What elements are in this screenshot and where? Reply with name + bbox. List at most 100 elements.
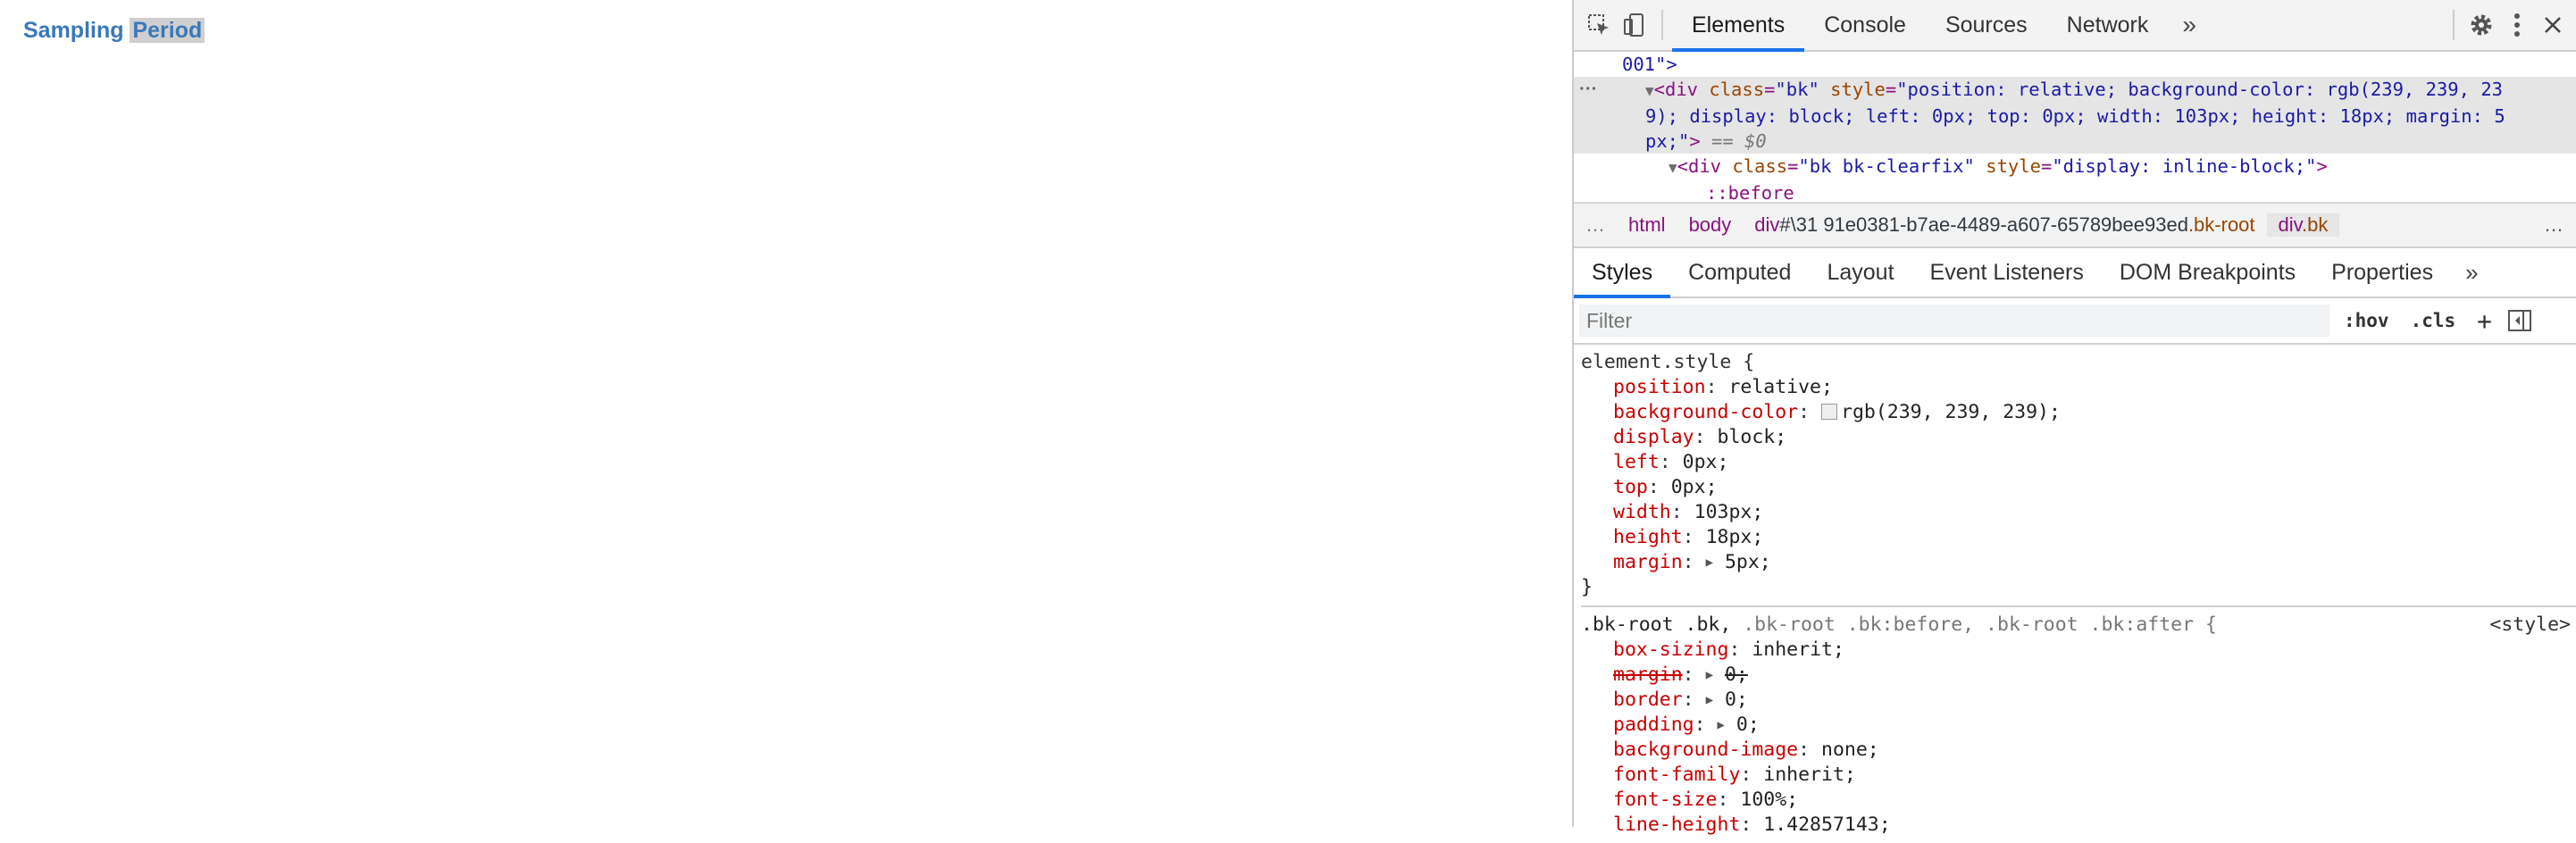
dom-tag-close: > xyxy=(2316,155,2328,177)
expand-triangle-icon[interactable]: ▼ xyxy=(1669,159,1677,176)
property-name: background-color xyxy=(1613,401,1799,423)
tab-elements[interactable]: Elements xyxy=(1672,0,1805,52)
property-value: 0px; xyxy=(1682,451,1729,473)
style-declaration[interactable]: background-image: none; xyxy=(1581,738,2576,763)
property-value: relative; xyxy=(1728,376,1833,398)
styles-filter-input[interactable] xyxy=(1579,305,2329,337)
style-declaration[interactable]: font-family: inherit; xyxy=(1581,763,2576,788)
tab-dom-breakpoints[interactable]: DOM Breakpoints xyxy=(2102,248,2313,296)
dom-tag: <div xyxy=(1653,79,1710,100)
dom-attr-value: "bk bk-clearfix" xyxy=(1798,155,1975,177)
property-name: line-height xyxy=(1613,814,1741,836)
selector-matched: .bk-root .bk, xyxy=(1581,613,1732,636)
property-name: font-family xyxy=(1613,764,1741,786)
dom-selected-node[interactable]: ··· ▼<div class="bk" style="position: re… xyxy=(1574,77,2576,154)
breadcrumb-html[interactable]: html xyxy=(1617,213,1677,237)
property-value: none; xyxy=(1821,739,1879,761)
device-toolbar-icon[interactable] xyxy=(1617,0,1652,50)
style-declaration[interactable]: font-size: 100%; xyxy=(1581,788,2576,813)
property-name: display xyxy=(1613,426,1694,448)
dom-attr-value: "display: inline-block;" xyxy=(2052,155,2317,177)
style-declaration[interactable]: margin: ▶ 5px; xyxy=(1581,550,2576,575)
breadcrumb-div-bk[interactable]: div.bk xyxy=(2266,213,2340,237)
style-declaration[interactable]: left: 0px; xyxy=(1581,450,2576,475)
style-declaration[interactable]: padding: ▶ 0; xyxy=(1581,713,2576,738)
expand-triangle-icon[interactable]: ▼ xyxy=(1645,82,1654,99)
style-declaration[interactable]: background-color: rgb(239, 239, 239); xyxy=(1581,400,2576,425)
property-name: top xyxy=(1613,476,1648,498)
dom-tree: 001"> ··· ▼<div class="bk" style="positi… xyxy=(1574,52,2576,203)
expand-shorthand-icon[interactable]: ▶ xyxy=(1706,555,1713,570)
style-declaration[interactable]: border: ▶ 0; xyxy=(1581,688,2576,713)
style-declaration-overridden[interactable]: margin: ▶ 0; xyxy=(1581,663,2576,688)
crumb-tag: div xyxy=(1754,213,1780,236)
crumb-id: #\31 91e0381-b7ae-4489-a607-65789bee93ed xyxy=(1779,213,2188,236)
rule-selector[interactable]: element.style { xyxy=(1581,350,2576,375)
property-value: inherit; xyxy=(1763,764,1856,786)
tab-computed[interactable]: Computed xyxy=(1670,248,1809,296)
dom-attr-value: "bk" xyxy=(1775,79,1819,100)
title-text-highlighted: Period xyxy=(130,18,205,43)
tab-properties[interactable]: Properties xyxy=(2313,248,2451,296)
dom-line-prev[interactable]: 001"> xyxy=(1574,52,2576,77)
property-name: position xyxy=(1613,376,1706,398)
property-value: 0; xyxy=(1724,664,1748,686)
tab-network[interactable]: Network xyxy=(2047,0,2169,50)
tab-styles[interactable]: Styles xyxy=(1574,248,1671,298)
property-value: 18px; xyxy=(1705,526,1764,548)
title-text-part1: Sampling xyxy=(23,18,130,43)
toolbar-divider xyxy=(1661,10,1663,40)
property-value: 1.42857143; xyxy=(1763,814,1891,836)
toggle-sidebar-icon[interactable] xyxy=(2503,310,2532,331)
style-declaration[interactable]: top: 0px; xyxy=(1581,475,2576,500)
tab-event-listeners[interactable]: Event Listeners xyxy=(1912,248,2102,296)
tab-console[interactable]: Console xyxy=(1804,0,1926,50)
dom-attr-name: class xyxy=(1709,79,1765,100)
style-declaration[interactable]: height: 18px; xyxy=(1581,525,2576,550)
style-declaration[interactable]: line-height: 1.42857143; xyxy=(1581,813,2576,838)
styles-pane: element.style { position: relative; back… xyxy=(1574,345,2576,843)
property-value: 100%; xyxy=(1740,789,1799,811)
dom-selected-marker: == $0 xyxy=(1700,130,1767,152)
dom-attr-value-cont: 9); display: block; left: 0px; top: 0px;… xyxy=(1645,105,2505,127)
kebab-menu-icon[interactable] xyxy=(2499,0,2535,50)
property-name: padding xyxy=(1613,714,1694,736)
color-swatch[interactable] xyxy=(1821,404,1837,420)
style-declaration[interactable]: box-sizing: inherit; xyxy=(1581,638,2576,663)
tab-sources[interactable]: Sources xyxy=(1926,0,2047,50)
pseudo-element-label: ::before xyxy=(1706,182,1794,203)
gear-icon[interactable] xyxy=(2463,0,2499,50)
breadcrumb-overflow[interactable]: … xyxy=(1574,213,1617,237)
more-subtabs-button[interactable]: » xyxy=(2451,247,2492,297)
new-style-rule-button[interactable]: + xyxy=(2466,306,2503,336)
more-tabs-button[interactable]: » xyxy=(2168,0,2211,50)
property-value: block; xyxy=(1717,426,1787,448)
styles-subtabs: Styles Computed Layout Event Listeners D… xyxy=(1574,248,2576,298)
inspect-element-icon[interactable] xyxy=(1581,0,1617,50)
style-declaration[interactable]: position: relative; xyxy=(1581,375,2576,400)
dom-pseudo-before[interactable]: ::before xyxy=(1574,180,2576,203)
dom-attr-name: style xyxy=(1986,155,2041,177)
hov-toggle[interactable]: :hov xyxy=(2333,310,2400,331)
style-declaration[interactable]: width: 103px; xyxy=(1581,500,2576,525)
breadcrumb-div-root[interactable]: div#\31 91e0381-b7ae-4489-a607-65789bee9… xyxy=(1743,213,2266,237)
property-name: border xyxy=(1613,689,1683,711)
cls-toggle[interactable]: .cls xyxy=(2400,310,2467,331)
property-value: 0px; xyxy=(1670,476,1718,498)
expand-shorthand-icon[interactable]: ▶ xyxy=(1706,668,1713,682)
property-name: font-size xyxy=(1613,789,1718,811)
rule-origin-link[interactable]: <style> xyxy=(2489,613,2571,638)
property-name: height xyxy=(1613,526,1683,548)
rule-selector[interactable]: .bk-root .bk, .bk-root .bk:before, .bk-r… xyxy=(1581,613,2576,638)
dom-child-node[interactable]: ▼<div class="bk bk-clearfix" style="disp… xyxy=(1574,154,2576,180)
property-value: 103px; xyxy=(1694,501,1764,523)
tab-layout[interactable]: Layout xyxy=(1809,248,1911,296)
close-icon[interactable] xyxy=(2535,0,2571,50)
breadcrumb-body[interactable]: body xyxy=(1677,213,1744,237)
breadcrumb-more-icon[interactable]: … xyxy=(2544,213,2563,237)
expand-shorthand-icon[interactable]: ▶ xyxy=(1718,718,1725,732)
style-declaration[interactable]: display: block; xyxy=(1581,425,2576,450)
dom-attr-name: class xyxy=(1732,155,1788,177)
selector-unmatched: .bk-root .bk:before, .bk-root .bk:after … xyxy=(1731,613,2217,636)
expand-shorthand-icon[interactable]: ▶ xyxy=(1706,693,1713,707)
